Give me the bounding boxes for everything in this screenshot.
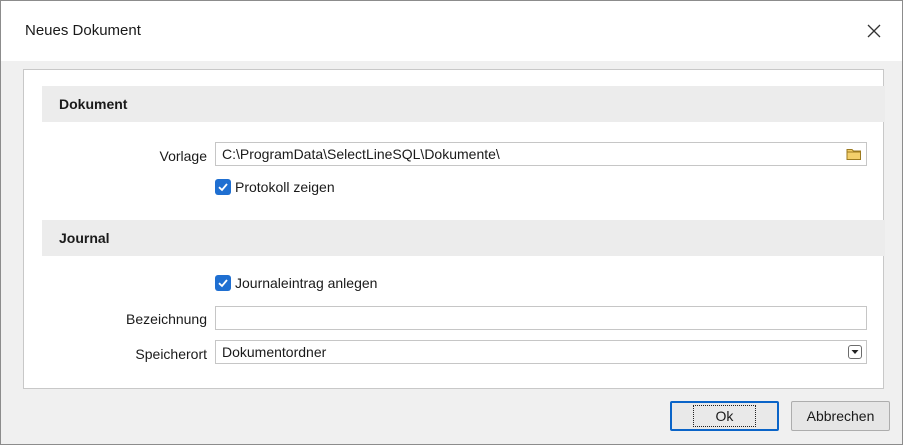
browse-folder-button[interactable] <box>842 143 866 165</box>
dialog-content: Dokument Vorlage C:\ProgramData\SelectLi… <box>23 69 885 389</box>
protokoll-checkbox-row[interactable]: Protokoll zeigen <box>215 177 335 197</box>
section-header-journal: Journal <box>42 220 885 256</box>
speicherort-label: Speicherort <box>135 346 207 362</box>
speicherort-select[interactable]: Dokumentordner <box>215 340 867 364</box>
folder-icon <box>846 149 861 160</box>
checkmark-icon <box>218 183 228 192</box>
cancel-button-label: Abbrechen <box>806 408 875 424</box>
section-title-dokument: Dokument <box>59 96 128 112</box>
section-title-journal: Journal <box>59 230 110 246</box>
close-button[interactable] <box>846 1 902 61</box>
checkmark-icon <box>218 279 228 288</box>
journaleintrag-checkbox-row[interactable]: Journaleintrag anlegen <box>215 273 377 293</box>
chevron-down-icon <box>851 350 859 354</box>
vorlage-field[interactable]: C:\ProgramData\SelectLineSQL\Dokumente\ <box>215 142 867 166</box>
journaleintrag-checkbox[interactable] <box>215 275 231 291</box>
speicherort-value: Dokumentordner <box>222 344 327 360</box>
section-header-dokument: Dokument <box>42 86 885 122</box>
bezeichnung-label: Bezeichnung <box>126 311 207 327</box>
close-icon <box>867 24 881 38</box>
journaleintrag-label: Journaleintrag anlegen <box>235 275 378 291</box>
protokoll-checkbox[interactable] <box>215 179 231 195</box>
vorlage-label: Vorlage <box>159 148 207 164</box>
bezeichnung-field[interactable] <box>215 306 867 330</box>
protokoll-label: Protokoll zeigen <box>235 179 335 195</box>
cancel-button[interactable]: Abbrechen <box>791 401 890 431</box>
vorlage-value: C:\ProgramData\SelectLineSQL\Dokumente\ <box>222 146 500 162</box>
ok-button-label: Ok <box>692 405 757 427</box>
dialog-window: Neues Dokument Dokument Vorlage C:\Progr… <box>0 0 903 445</box>
title-bar: Neues Dokument <box>1 1 902 61</box>
ok-button[interactable]: Ok <box>670 401 779 431</box>
window-title: Neues Dokument <box>25 22 141 39</box>
speicherort-dropdown-button[interactable] <box>844 341 866 363</box>
